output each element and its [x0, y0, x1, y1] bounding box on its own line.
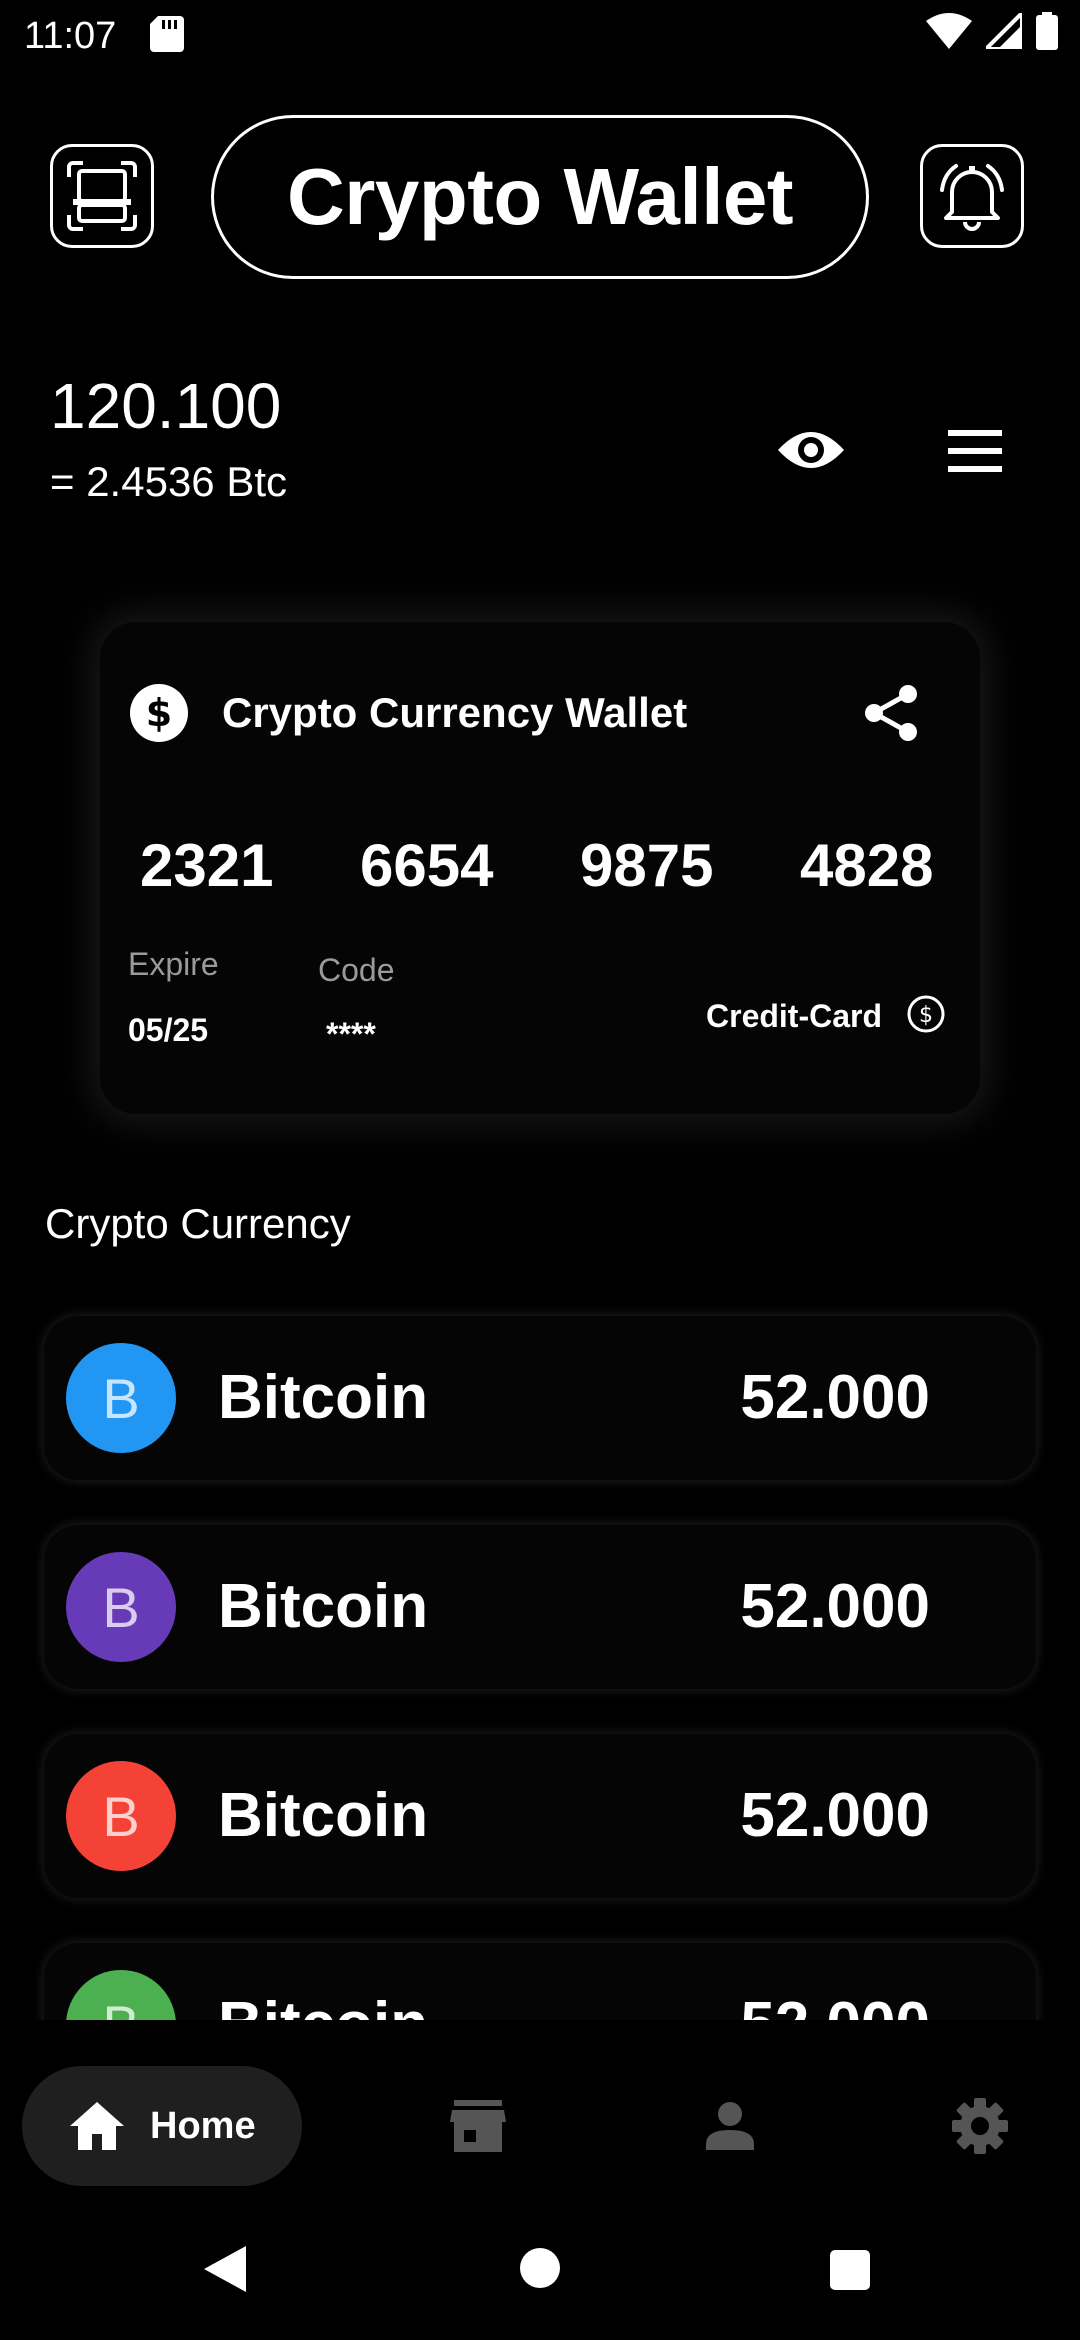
- coin-name: Bitcoin: [218, 1983, 428, 2020]
- coin-avatar: B: [66, 1343, 176, 1453]
- menu-icon[interactable]: [948, 430, 1002, 472]
- coin-row[interactable]: B Bitcoin 52.000: [44, 1943, 1036, 2020]
- signal-icon: [986, 13, 1022, 49]
- app-title: Crypto Wallet: [211, 115, 869, 279]
- section-title: Crypto Currency: [45, 1200, 351, 1247]
- balance-amount: 120.100: [50, 370, 282, 442]
- person-icon[interactable]: [702, 2098, 758, 2154]
- sd-card-icon: [150, 16, 184, 52]
- dollar-circle-icon: $: [907, 995, 945, 1033]
- coin-value: 52.000: [740, 1781, 930, 1850]
- card-number-group-2: 6654: [360, 832, 494, 899]
- scan-button[interactable]: [50, 144, 154, 248]
- nav-home-label: Home: [150, 2104, 256, 2147]
- settings-icon[interactable]: [952, 2098, 1008, 2154]
- share-icon[interactable]: [862, 682, 924, 744]
- coin-avatar: B: [66, 1761, 176, 1871]
- coin-avatar: B: [66, 1552, 176, 1662]
- bell-icon: [940, 164, 1004, 231]
- coin-name: Bitcoin: [218, 1363, 429, 1432]
- balance-btc: = 2.4536 Btc: [50, 458, 288, 505]
- expire-value: 05/25: [128, 1012, 209, 1048]
- home-system-button[interactable]: [520, 2248, 560, 2288]
- coin-initial: B: [102, 1575, 140, 1639]
- card-title: Crypto Currency Wallet: [222, 689, 688, 736]
- card-number-group-1: 2321: [140, 832, 274, 899]
- coin-row[interactable]: B Bitcoin 52.000: [44, 1525, 1036, 1689]
- status-time: 11:07: [24, 15, 117, 57]
- card-type-label: Credit-Card: [706, 998, 883, 1034]
- coin-avatar: B: [66, 1970, 176, 2020]
- scanner-icon: [67, 161, 137, 231]
- coin-name: Bitcoin: [218, 1572, 429, 1641]
- coin-value: 52.000: [740, 1983, 930, 2020]
- coin-list[interactable]: B Bitcoin 52.000 B Bitcoin 52.000 B Bitc…: [0, 1300, 1080, 2020]
- recents-button[interactable]: [830, 2250, 870, 2290]
- coin-name: Bitcoin: [218, 1781, 429, 1850]
- wifi-icon: [926, 13, 972, 49]
- code-value: ****: [326, 1016, 376, 1052]
- svg-text:$: $: [919, 1003, 933, 1028]
- back-icon[interactable]: [204, 2246, 246, 2292]
- status-icons: [926, 12, 1058, 50]
- battery-icon: [1036, 12, 1058, 50]
- expire-label: Expire: [128, 946, 219, 982]
- coin-value: 52.000: [740, 1363, 930, 1432]
- coin-initial: B: [102, 1993, 139, 2021]
- nav-home[interactable]: Home: [22, 2066, 302, 2186]
- store-icon[interactable]: [450, 2098, 506, 2154]
- coin-row[interactable]: B Bitcoin 52.000: [44, 1734, 1036, 1898]
- dollar-coin-icon: $: [130, 684, 188, 742]
- notifications-button[interactable]: [920, 144, 1024, 248]
- eye-icon[interactable]: [776, 420, 846, 480]
- code-label: Code: [318, 952, 395, 988]
- svg-text:$: $: [146, 691, 172, 735]
- coin-value: 52.000: [740, 1572, 930, 1641]
- card-number-group-4: 4828: [800, 832, 934, 899]
- home-icon: [70, 2102, 124, 2150]
- coin-row[interactable]: B Bitcoin 52.000: [44, 1316, 1036, 1480]
- card-number-group-3: 9875: [580, 832, 714, 899]
- coin-initial: B: [102, 1366, 140, 1430]
- coin-initial: B: [102, 1784, 140, 1848]
